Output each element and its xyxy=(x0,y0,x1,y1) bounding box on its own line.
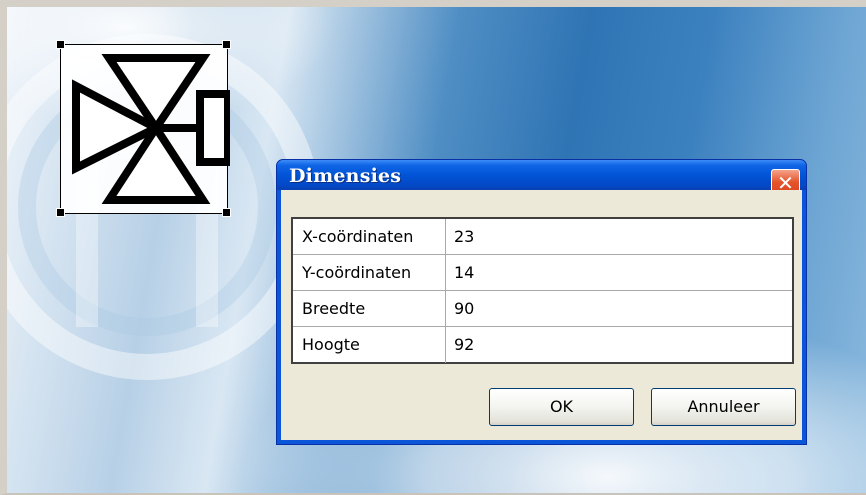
x-coordinate-field[interactable]: 23 xyxy=(447,219,792,254)
x-coordinate-label: X-coördinaten xyxy=(293,219,446,254)
property-grid: X-coördinaten 23 Y-coördinaten 14 Breedt… xyxy=(291,217,794,364)
resize-handle-top-right[interactable] xyxy=(222,40,231,49)
row-height: Hoogte 92 xyxy=(293,327,792,363)
ok-button[interactable]: OK xyxy=(489,388,634,426)
dialog-body: X-coördinaten 23 Y-coördinaten 14 Breedt… xyxy=(281,190,802,440)
resize-handle-bottom-right[interactable] xyxy=(222,208,231,217)
dialog-title-bar[interactable]: Dimensies ✕ xyxy=(277,160,806,198)
width-field[interactable]: 90 xyxy=(447,291,792,326)
three-way-valve-icon[interactable] xyxy=(60,44,230,216)
y-coordinate-field[interactable]: 14 xyxy=(447,255,792,290)
dialog-title: Dimensies xyxy=(289,165,402,187)
cancel-button[interactable]: Annuleer xyxy=(651,388,796,426)
dimensions-dialog: Dimensies ✕ X-coördinaten 23 Y-coördinat… xyxy=(276,159,807,445)
resize-handle-bottom-left[interactable] xyxy=(56,208,65,217)
row-x-coordinate: X-coördinaten 23 xyxy=(293,219,792,255)
resize-handle-top-left[interactable] xyxy=(56,40,65,49)
row-y-coordinate: Y-coördinaten 14 xyxy=(293,255,792,291)
y-coordinate-label: Y-coördinaten xyxy=(293,255,446,290)
row-width: Breedte 90 xyxy=(293,291,792,327)
height-field[interactable]: 92 xyxy=(447,327,792,363)
height-label: Hoogte xyxy=(293,327,446,363)
width-label: Breedte xyxy=(293,291,446,326)
